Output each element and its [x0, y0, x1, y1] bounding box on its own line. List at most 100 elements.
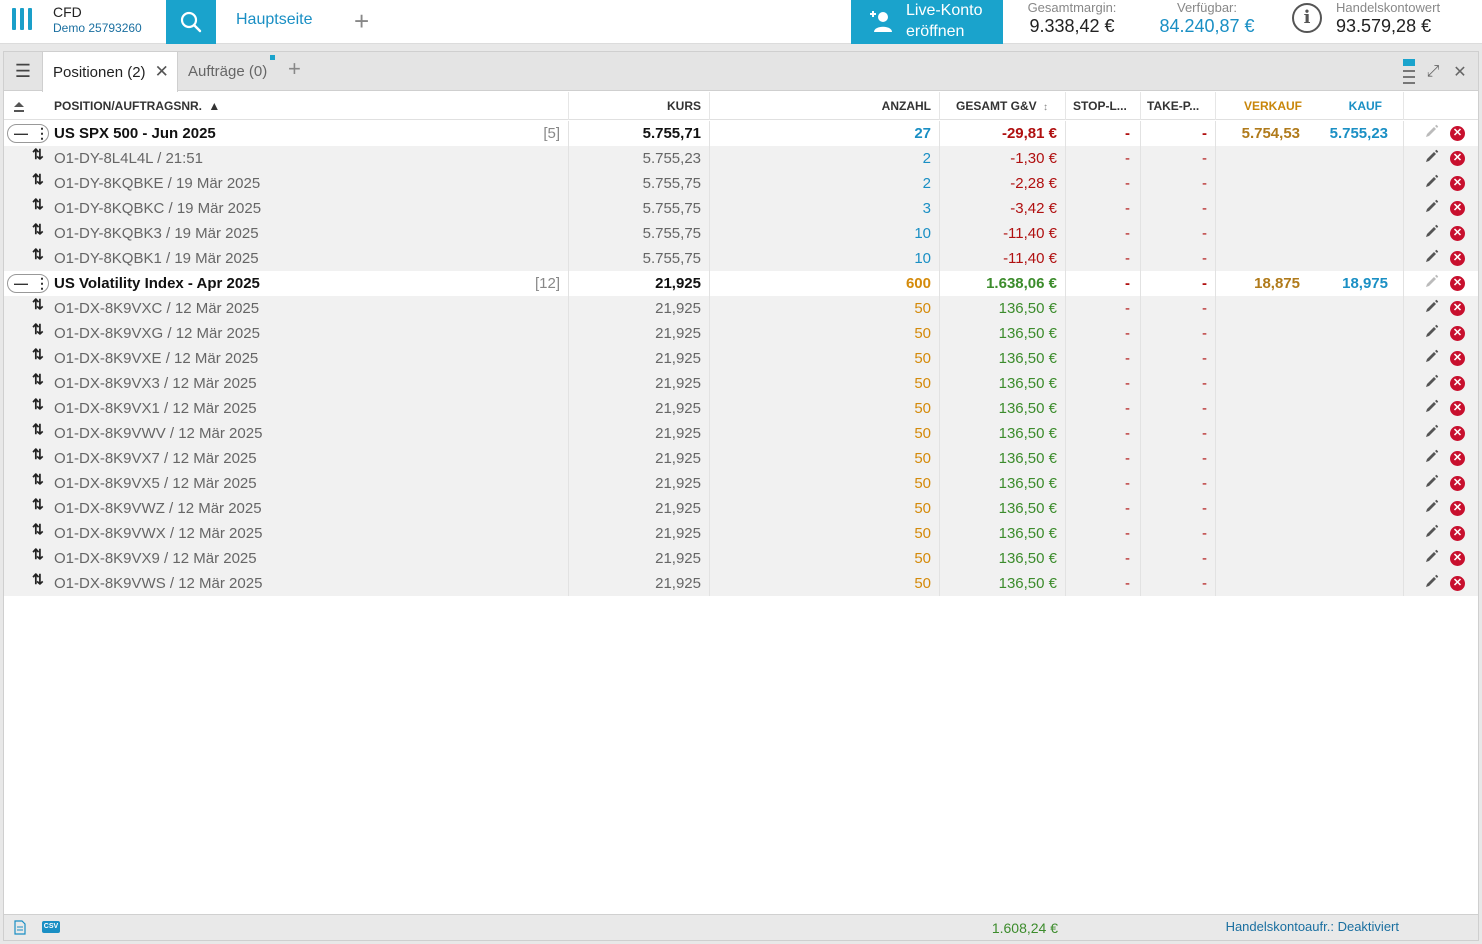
position-group-row[interactable]: — ⋮ US SPX 500 - Jun 2025 [5] 5.755,71 27 -29,… [4, 121, 1478, 146]
close-order-icon[interactable]: ✕ [1450, 576, 1465, 591]
take-profit[interactable]: - [1144, 146, 1207, 171]
take-profit[interactable]: - [1144, 321, 1207, 346]
position-group-row[interactable]: — ⋮ US Volatility Index - Apr 2025 [12] 21,9… [4, 271, 1478, 296]
close-order-icon[interactable]: ✕ [1450, 426, 1465, 441]
take-profit[interactable]: - [1144, 296, 1207, 321]
add-tab-button[interactable]: + [354, 6, 369, 37]
buy-price[interactable]: 18,975 [1302, 271, 1388, 296]
open-live-account-button[interactable]: Live-Konto eröffnen [851, 0, 1003, 44]
stop-loss[interactable]: - [1070, 346, 1130, 371]
order-row[interactable]: ⇅ O1-DX-8K9VX1 / 12 Mär 2025 21,925 50 136,5… [4, 396, 1478, 421]
csv-export-icon[interactable]: CSV [42, 921, 60, 933]
order-row[interactable]: ⇅ O1-DY-8KQBK1 / 19 Mär 2025 5.755,75 10 -11… [4, 246, 1478, 271]
order-row[interactable]: ⇅ O1-DX-8K9VWZ / 12 Mär 2025 21,925 50 136,5… [4, 496, 1478, 521]
layout-toggle-icon[interactable] [1400, 52, 1418, 91]
edit-icon[interactable] [1424, 149, 1439, 168]
take-profit[interactable]: - [1144, 271, 1207, 296]
stop-loss[interactable]: - [1070, 271, 1130, 296]
edit-icon[interactable] [1424, 399, 1439, 418]
sell-price[interactable]: 18,875 [1222, 271, 1300, 296]
column-gesamt[interactable]: GESAMT G&V ↕ [956, 92, 1066, 120]
order-row[interactable]: ⇅ O1-DX-8K9VWS / 12 Mär 2025 21,925 50 136,5… [4, 571, 1478, 596]
stop-loss[interactable]: - [1070, 521, 1130, 546]
take-profit[interactable]: - [1144, 221, 1207, 246]
order-row[interactable]: ⇅ O1-DX-8K9VXC / 12 Mär 2025 21,925 50 136,5… [4, 296, 1478, 321]
order-row[interactable]: ⇅ O1-DX-8K9VWX / 12 Mär 2025 21,925 50 136,5… [4, 521, 1478, 546]
take-profit[interactable]: - [1144, 421, 1207, 446]
trading-account-status[interactable]: Handelskontoaufr.: Deaktiviert [1204, 915, 1399, 939]
hamburger-menu-icon[interactable]: ☰ [4, 52, 42, 91]
stop-loss[interactable]: - [1070, 471, 1130, 496]
edit-icon[interactable] [1424, 549, 1439, 568]
column-anzahl[interactable]: ANZAHL [714, 92, 931, 120]
close-order-icon[interactable]: ✕ [1450, 301, 1465, 316]
close-order-icon[interactable]: ✕ [1450, 201, 1465, 216]
edit-icon[interactable] [1424, 499, 1439, 518]
stop-loss[interactable]: - [1070, 496, 1130, 521]
stop-loss[interactable]: - [1070, 171, 1130, 196]
take-profit[interactable]: - [1144, 121, 1207, 146]
stop-loss[interactable]: - [1070, 421, 1130, 446]
close-order-icon[interactable]: ✕ [1450, 351, 1465, 366]
take-profit[interactable]: - [1144, 571, 1207, 596]
column-kurs[interactable]: KURS [574, 92, 701, 120]
order-row[interactable]: ⇅ O1-DY-8L4L4L / 21:51 5.755,23 2 -1,30 € - - ✕ [4, 146, 1478, 171]
close-order-icon[interactable]: ✕ [1450, 451, 1465, 466]
add-panel-tab-button[interactable]: + [288, 56, 301, 82]
close-order-icon[interactable]: ✕ [1450, 526, 1465, 541]
take-profit[interactable]: - [1144, 371, 1207, 396]
stop-loss[interactable]: - [1070, 546, 1130, 571]
buy-price[interactable]: 5.755,23 [1302, 121, 1388, 146]
tab-orders[interactable]: Aufträge (0) [188, 52, 278, 91]
column-take-profit[interactable]: TAKE-P... [1147, 92, 1199, 120]
order-row[interactable]: ⇅ O1-DX-8K9VX5 / 12 Mär 2025 21,925 50 136,5… [4, 471, 1478, 496]
take-profit[interactable]: - [1144, 546, 1207, 571]
close-order-icon[interactable]: ✕ [1450, 501, 1465, 516]
take-profit[interactable]: - [1144, 196, 1207, 221]
close-order-icon[interactable]: ✕ [1450, 226, 1465, 241]
stop-loss[interactable]: - [1070, 321, 1130, 346]
take-profit[interactable]: - [1144, 496, 1207, 521]
edit-icon[interactable] [1424, 349, 1439, 368]
edit-icon[interactable] [1424, 449, 1439, 468]
close-panel-icon[interactable]: ✕ [1448, 52, 1472, 91]
edit-icon[interactable] [1424, 274, 1439, 293]
close-order-icon[interactable]: ✕ [1450, 401, 1465, 416]
close-icon[interactable]: ✕ [155, 62, 169, 82]
info-icon[interactable]: i [1292, 3, 1322, 33]
search-button[interactable] [166, 0, 216, 44]
take-profit[interactable]: - [1144, 396, 1207, 421]
column-verkauf[interactable]: VERKAUF [1224, 92, 1302, 120]
edit-icon[interactable] [1424, 224, 1439, 243]
take-profit[interactable]: - [1144, 446, 1207, 471]
close-order-icon[interactable]: ✕ [1450, 376, 1465, 391]
collapse-all-icon[interactable] [12, 92, 32, 120]
order-row[interactable]: ⇅ O1-DX-8K9VXE / 12 Mär 2025 21,925 50 136,5… [4, 346, 1478, 371]
edit-icon[interactable] [1424, 249, 1439, 268]
order-row[interactable]: ⇅ O1-DX-8K9VX9 / 12 Mär 2025 21,925 50 136,5… [4, 546, 1478, 571]
order-row[interactable]: ⇅ O1-DX-8K9VWV / 12 Mär 2025 21,925 50 136,5… [4, 421, 1478, 446]
edit-icon[interactable] [1424, 474, 1439, 493]
column-position[interactable]: POSITION/AUFTRAGSNR. ▲ [54, 92, 220, 120]
expand-icon[interactable]: ⤢ [1422, 52, 1444, 91]
stop-loss[interactable]: - [1070, 396, 1130, 421]
order-row[interactable]: ⇅ O1-DX-8K9VXG / 12 Mär 2025 21,925 50 136,5… [4, 321, 1478, 346]
app-logo-icon[interactable] [10, 8, 38, 34]
order-row[interactable]: ⇅ O1-DX-8K9VX3 / 12 Mär 2025 21,925 50 136,5… [4, 371, 1478, 396]
close-order-icon[interactable]: ✕ [1450, 176, 1465, 191]
group-toggle[interactable]: — ⋮ [7, 124, 49, 143]
close-order-icon[interactable]: ✕ [1450, 151, 1465, 166]
stop-loss[interactable]: - [1070, 371, 1130, 396]
stop-loss[interactable]: - [1070, 221, 1130, 246]
stop-loss[interactable]: - [1070, 446, 1130, 471]
close-order-icon[interactable]: ✕ [1450, 251, 1465, 266]
close-order-icon[interactable]: ✕ [1450, 551, 1465, 566]
close-position-icon[interactable]: ✕ [1450, 276, 1465, 291]
take-profit[interactable]: - [1144, 171, 1207, 196]
column-stop-loss[interactable]: STOP-L... [1073, 92, 1127, 120]
group-toggle[interactable]: — ⋮ [7, 274, 49, 293]
order-row[interactable]: ⇅ O1-DY-8KQBK3 / 19 Mär 2025 5.755,75 10 -11… [4, 221, 1478, 246]
close-position-icon[interactable]: ✕ [1450, 126, 1465, 141]
stop-loss[interactable]: - [1070, 571, 1130, 596]
stop-loss[interactable]: - [1070, 196, 1130, 221]
